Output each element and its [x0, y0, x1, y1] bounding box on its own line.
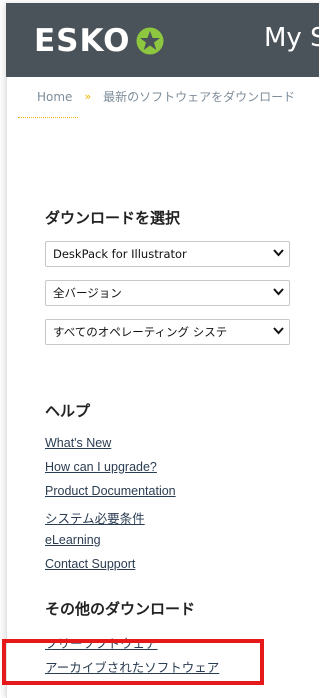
product-select-value: DeskPack for Illustrator — [53, 247, 187, 261]
chevron-down-icon — [267, 248, 289, 260]
breadcrumb-separator: » — [84, 90, 92, 103]
os-select[interactable]: すべてのオペレーティング システ — [45, 319, 290, 345]
chevron-down-icon — [267, 287, 289, 299]
chevron-down-icon — [267, 326, 289, 338]
esko-star-icon — [136, 27, 163, 55]
link-product-documentation[interactable]: Product Documentation — [45, 484, 176, 498]
link-contact-support[interactable]: Contact Support — [45, 557, 135, 571]
other-downloads-title: その他のダウンロード — [45, 600, 196, 618]
product-select[interactable]: DeskPack for Illustrator — [45, 241, 290, 267]
esko-logo[interactable]: ESKO — [34, 22, 165, 60]
link-whats-new[interactable]: What's New — [45, 436, 111, 450]
download-section-title: ダウンロードを選択 — [45, 209, 181, 227]
breadcrumb-home[interactable]: Home — [37, 90, 72, 104]
help-section-title: ヘルプ — [45, 402, 91, 420]
header-bar: ESKO My S — [6, 3, 320, 77]
version-select[interactable]: 全バージョン — [45, 280, 290, 306]
os-select-value: すべてのオペレーティング システ — [53, 325, 228, 339]
page-frame — [6, 3, 320, 698]
logo-text: ESKO — [34, 23, 131, 59]
link-system-requirements[interactable]: システム必要条件 — [45, 508, 145, 527]
breadcrumb-current: 最新のソフトウェアをダウンロード — [103, 90, 296, 104]
annotation-highlight-box — [2, 639, 264, 685]
breadcrumb: Home » 最新のソフトウェアをダウンロード — [37, 88, 295, 105]
site-title: My S — [264, 23, 320, 53]
link-how-upgrade[interactable]: How can I upgrade? — [45, 460, 157, 474]
breadcrumb-divider — [18, 117, 78, 118]
link-elearning[interactable]: eLearning — [45, 533, 101, 547]
version-select-value: 全バージョン — [53, 286, 122, 300]
